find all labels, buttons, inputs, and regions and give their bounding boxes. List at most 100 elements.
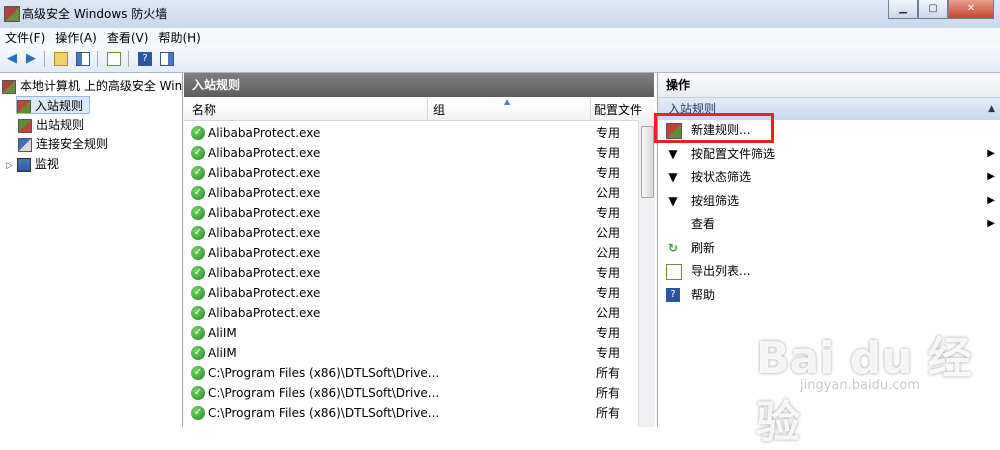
tree-item-outbound-rules[interactable]: 出站规则 (18, 116, 158, 134)
table-row[interactable]: ✓ AlibabaProtect.exe 公用 (184, 183, 638, 203)
watermark-url: jingyan.baidu.com (800, 378, 920, 393)
table-row[interactable]: ✓ AlibabaProtect.exe 专用 (184, 203, 638, 223)
maximize-button[interactable]: ▢ (918, 0, 948, 19)
menu-view[interactable]: 查看(V) (102, 28, 154, 47)
table-row[interactable]: ✓ AlibabaProtect.exe 专用 (184, 163, 638, 183)
refresh-icon: ↻ (667, 240, 679, 255)
window-controls: ▁ ▢ ✕ (888, 0, 994, 19)
help-icon[interactable]: ? (136, 50, 154, 68)
rule-profile: 公用 (596, 246, 621, 260)
action-item[interactable]: ▼ 按状态筛选 ▶ (658, 166, 1000, 188)
export-list-icon[interactable] (105, 50, 123, 68)
rule-profile: 专用 (596, 146, 621, 160)
pane-title: 入站规则 (184, 73, 654, 97)
inbound-rules-icon (17, 99, 31, 113)
enabled-check-icon: ✓ (191, 246, 205, 260)
annotation-highlight-box (654, 113, 774, 143)
tree-item-label: 出站规则 (36, 118, 85, 132)
menu-file[interactable]: 文件(F) (0, 28, 50, 47)
collapse-arrow-icon[interactable]: ▲ (988, 98, 995, 120)
rule-profile: 专用 (596, 346, 621, 360)
filter-icon: ▼ (668, 193, 678, 208)
action-item[interactable]: ↻ 刷新 (658, 237, 1000, 259)
table-row[interactable]: ✓ AlibabaProtect.exe 公用 (184, 243, 638, 263)
table-row[interactable]: ✓ AlibabaProtect.exe 专用 (184, 263, 638, 283)
up-folder-icon[interactable] (52, 50, 70, 68)
enabled-check-icon: ✓ (191, 266, 205, 280)
column-header: 名称 组 ▲ 配置文件 (184, 97, 654, 121)
back-arrow-icon[interactable]: ◀ (3, 50, 21, 68)
rule-name: AlibabaProtect.exe (208, 266, 321, 280)
sort-arrow-icon: ▲ (504, 97, 511, 106)
monitor-icon (16, 157, 31, 172)
submenu-arrow-icon: ▶ (987, 171, 995, 182)
rule-name: AlibabaProtect.exe (208, 246, 321, 260)
tree-item-monitoring[interactable]: ▷ 监视 (6, 155, 166, 173)
action-item[interactable]: 查看 ▶ (658, 213, 1000, 235)
close-button[interactable]: ✕ (948, 0, 994, 19)
table-row[interactable]: ✓ AlibabaProtect.exe 专用 (184, 283, 638, 303)
menu-action[interactable]: 操作(A) (50, 28, 102, 47)
action-label: 帮助 (691, 287, 716, 302)
action-item[interactable]: 导出列表... (658, 260, 1000, 282)
show-hide-tree-icon[interactable] (74, 50, 92, 68)
window-title: 高级安全 Windows 防火墙 (22, 7, 168, 21)
rule-profile: 专用 (596, 166, 621, 180)
column-divider[interactable] (427, 98, 428, 120)
toolbar-separator (44, 51, 45, 67)
rule-profile: 所有 (596, 406, 621, 420)
tree-root-label: 本地计算机 上的高级安全 Windows 防火墙 (20, 79, 182, 93)
table-row[interactable]: ✓ AlibabaProtect.exe 专用 (184, 123, 638, 143)
minimize-button[interactable]: ▁ (888, 0, 918, 19)
table-row[interactable]: ✓ C:\Program Files (x86)\DTLSoft\Drive...… (184, 363, 638, 383)
column-group[interactable]: 组 (433, 101, 445, 118)
table-row[interactable]: ✓ AliIM 专用 (184, 343, 638, 363)
action-label: 查看 (691, 217, 716, 231)
rule-name: AliIM (208, 346, 237, 360)
filter-icon: ▼ (668, 170, 678, 184)
tree-item-connection-security-rules[interactable]: 连接安全规则 (18, 135, 178, 153)
table-row[interactable]: ✓ AlibabaProtect.exe 公用 (184, 223, 638, 243)
enabled-check-icon: ✓ (191, 346, 205, 360)
action-label: 按组筛选 (691, 193, 740, 208)
action-label: 按配置文件筛选 (691, 146, 776, 161)
enabled-check-icon: ✓ (191, 166, 205, 180)
action-label: 按状态筛选 (691, 170, 752, 184)
column-divider[interactable] (590, 98, 591, 120)
rule-name: AlibabaProtect.exe (208, 226, 321, 240)
forward-arrow-icon[interactable]: ▶ (22, 50, 40, 68)
enabled-check-icon: ✓ (191, 326, 205, 340)
action-item[interactable]: ? 帮助 (658, 284, 1000, 306)
column-name[interactable]: 名称 (192, 101, 216, 118)
table-row[interactable]: ✓ AliIM 专用 (184, 323, 638, 343)
rule-name: C:\Program Files (x86)\DTLSoft\Drive... (208, 406, 440, 420)
scrollbar-thumb[interactable] (641, 126, 654, 198)
action-item[interactable]: ▼ 按组筛选 ▶ (658, 190, 1000, 212)
rule-profile: 公用 (596, 226, 621, 240)
rule-name: AlibabaProtect.exe (208, 206, 321, 220)
toolbar-separator (128, 51, 129, 67)
enabled-check-icon: ✓ (191, 206, 205, 220)
rule-profile: 专用 (596, 326, 621, 340)
rules-list-pane: 入站规则 名称 组 ▲ 配置文件 ✓ AlibabaProtect.exe 专用 ✓ A… (184, 73, 655, 427)
table-row[interactable]: ✓ C:\Program Files (x86)\DTLSoft\Drive...… (184, 383, 638, 403)
column-profile[interactable]: 配置文件 (594, 101, 654, 118)
tree-item-label: 监视 (34, 157, 59, 171)
rule-profile: 专用 (596, 126, 621, 140)
tree-root[interactable]: 本地计算机 上的高级安全 Windows 防火墙 (2, 77, 182, 95)
table-row[interactable]: ✓ AlibabaProtect.exe 公用 (184, 303, 638, 323)
action-item[interactable]: ▼ 按配置文件筛选 ▶ (658, 143, 1000, 165)
table-row[interactable]: ✓ C:\Program Files (x86)\DTLSoft\Drive...… (184, 403, 638, 423)
rule-name: AliIM (208, 326, 237, 340)
show-hide-action-pane-icon[interactable] (158, 50, 176, 68)
enabled-check-icon: ✓ (191, 126, 205, 140)
rule-profile: 专用 (596, 206, 621, 220)
menu-help[interactable]: 帮助(H) (153, 28, 205, 47)
table-row[interactable]: ✓ AlibabaProtect.exe 专用 (184, 143, 638, 163)
rule-profile: 所有 (596, 386, 621, 400)
vertical-scrollbar[interactable] (638, 120, 655, 427)
submenu-arrow-icon: ▶ (987, 147, 995, 159)
console-tree: 本地计算机 上的高级安全 Windows 防火墙 入站规则 出站规则 连接安全规… (0, 73, 183, 427)
tree-item-inbound-rules[interactable]: 入站规则 (16, 96, 90, 114)
expand-arrow-icon[interactable]: ▷ (6, 161, 13, 171)
